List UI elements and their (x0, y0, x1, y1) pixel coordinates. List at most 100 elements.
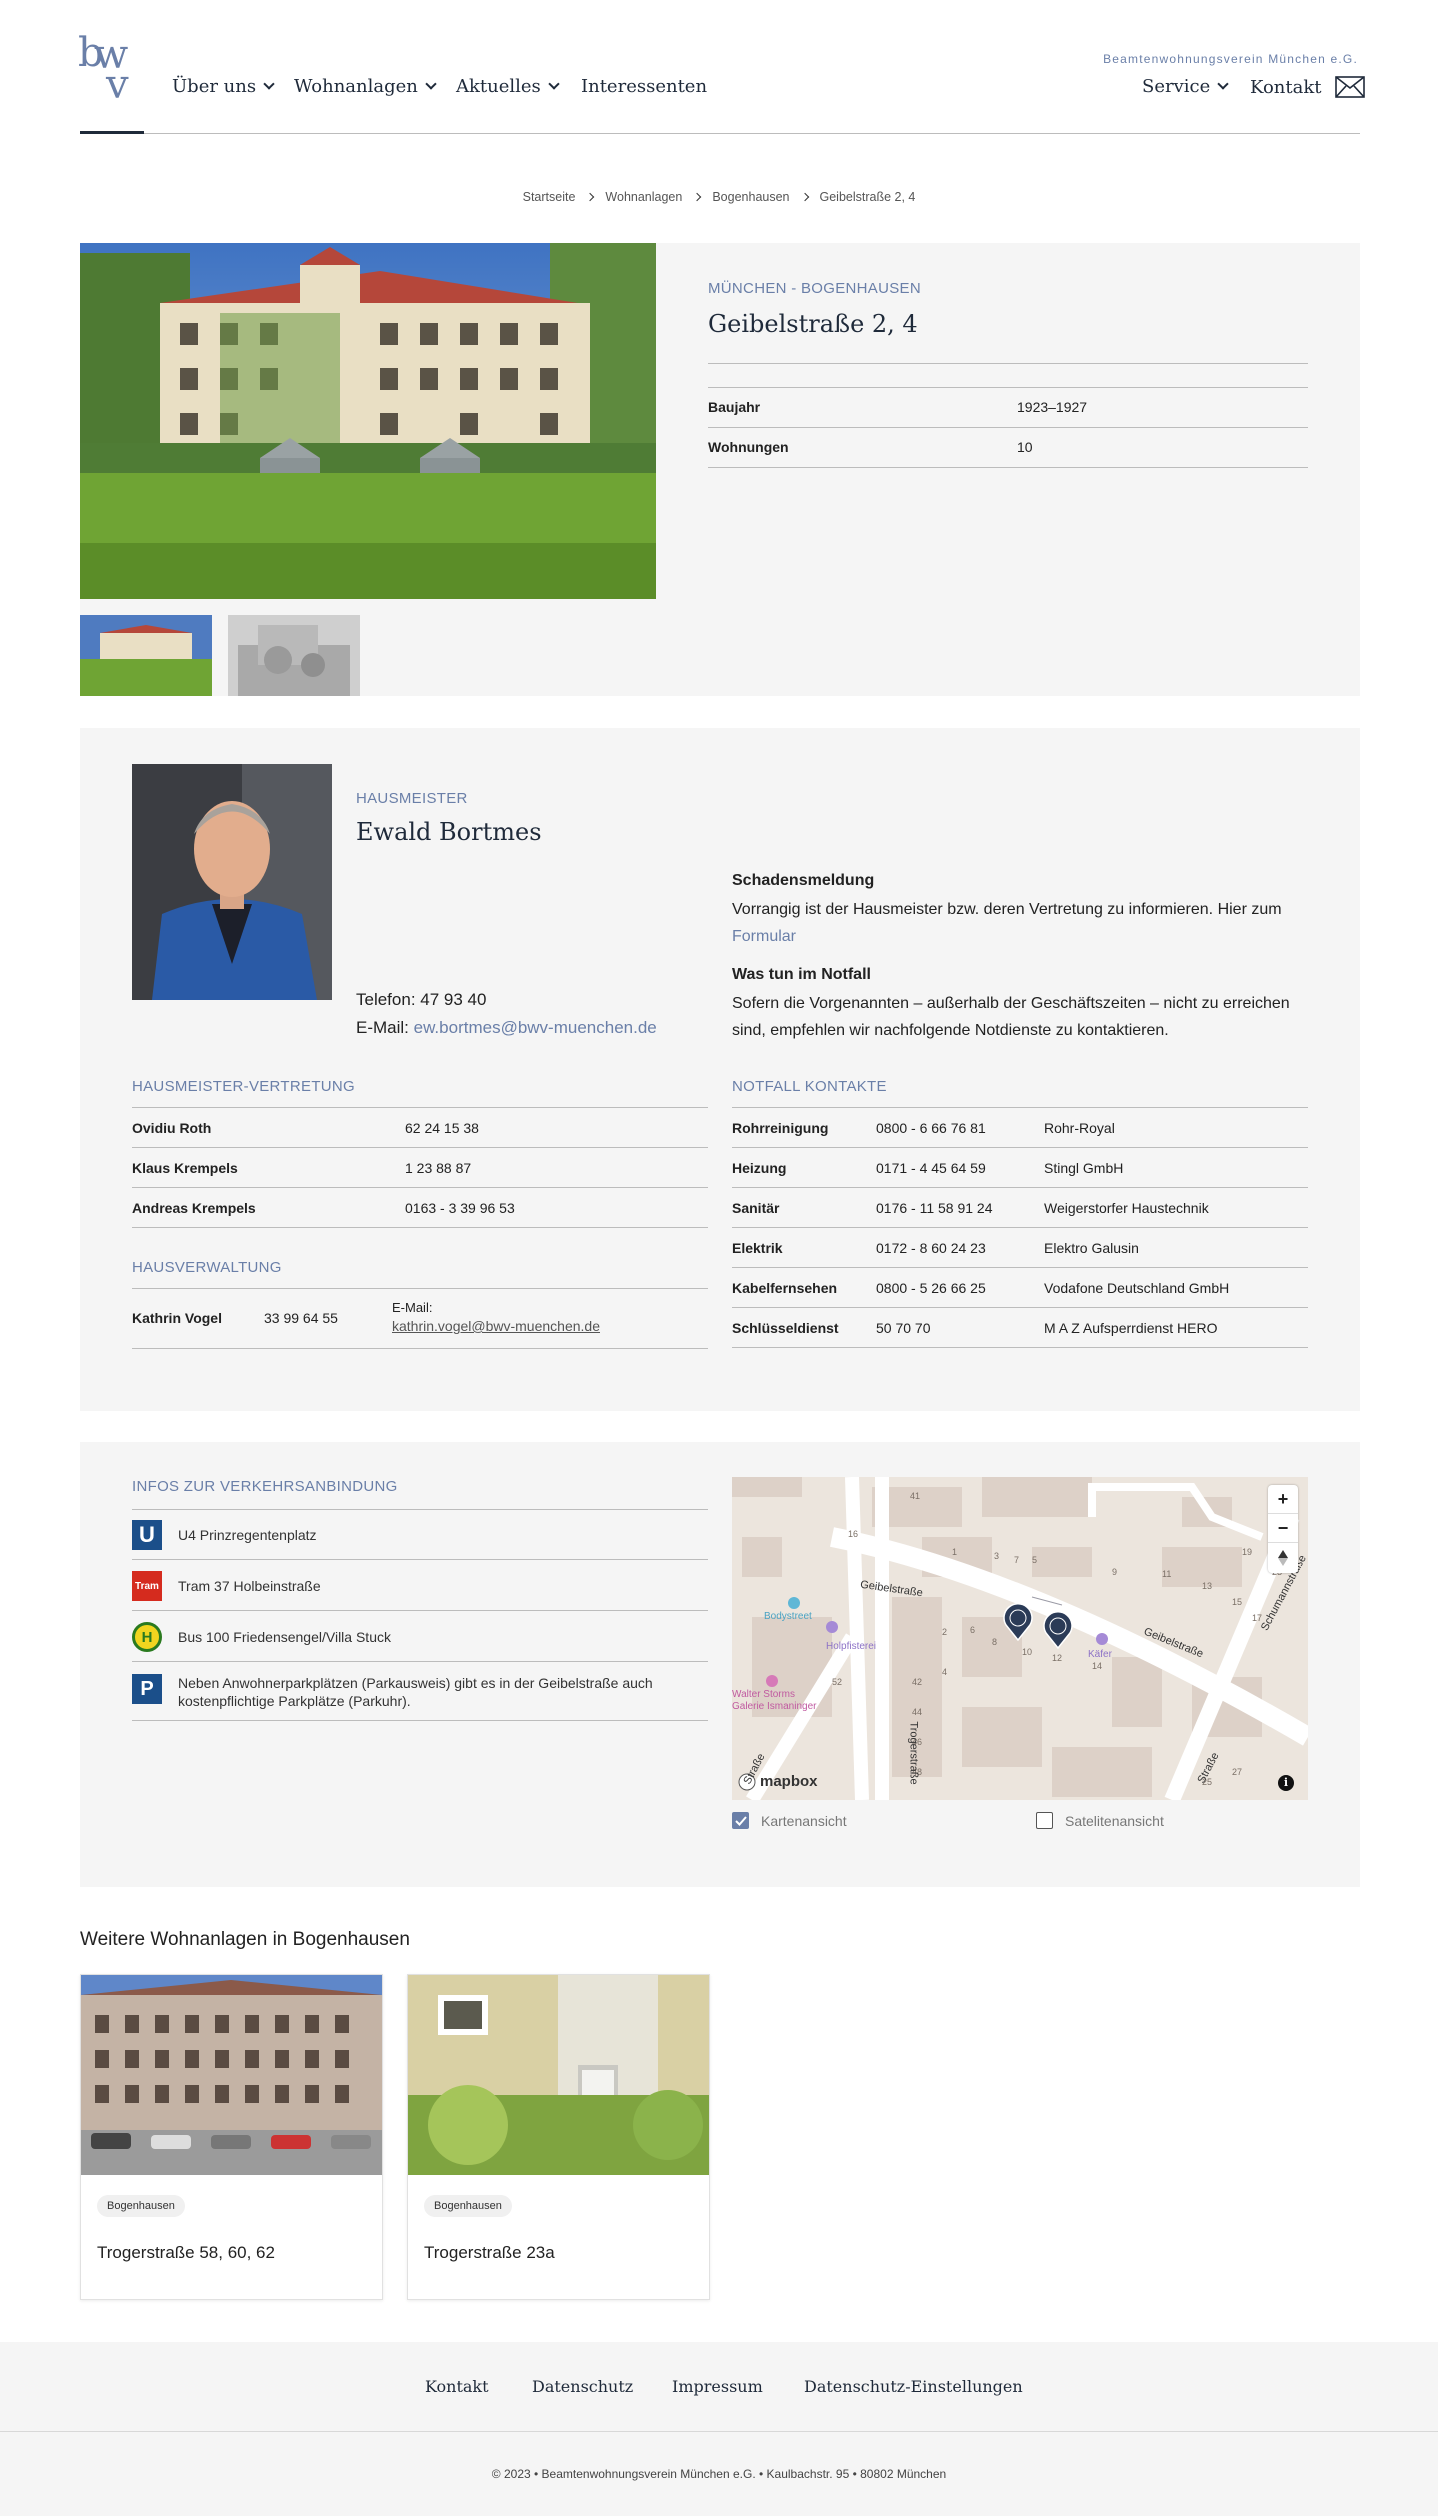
chevron-right-icon (586, 192, 595, 202)
logo[interactable]: b w v (78, 30, 144, 108)
property-title: Geibelstraße 2, 4 (708, 310, 918, 338)
damage-text-body: Vorrangig ist der Hausmeister bzw. deren… (732, 901, 1282, 918)
satellite-view-option[interactable]: Satelitenansicht (1036, 1812, 1164, 1829)
thumbnail-photo (228, 615, 360, 696)
damage-form-link[interactable]: Formular (732, 928, 796, 945)
caretaker-email-row: E-Mail: ew.bortmes@bwv-muenchen.de (356, 1018, 657, 1038)
poi-label: Käfer (1088, 1649, 1112, 1660)
map-marker[interactable] (1002, 1603, 1034, 1642)
house-number: 1 (952, 1547, 958, 1557)
breadcrumb: Startseite Wohnanlagen Bogenhausen Geibe… (0, 190, 1438, 204)
footer-link-impressum[interactable]: Impressum (672, 2377, 763, 2396)
deputy-name: Klaus Krempels (132, 1160, 238, 1176)
nav-label: Über uns (172, 76, 257, 97)
nav-kontakt[interactable]: Kontakt (1250, 76, 1365, 98)
table-line (732, 1307, 1308, 1308)
management-email-link[interactable]: kathrin.vogel@bwv-muenchen.de (392, 1318, 600, 1334)
contact-phone: 0171 - 4 45 64 59 (876, 1160, 986, 1176)
logo-letter-v: v (106, 62, 129, 108)
more-properties-title: Weitere Wohnanlagen in Bogenhausen (80, 1929, 410, 1950)
caretaker-panel: HAUSMEISTER Ewald Bortmes Telefon: 47 93… (80, 728, 1360, 1411)
chevron-down-icon (263, 78, 275, 90)
footer-link-kontakt[interactable]: Kontakt (425, 2377, 489, 2396)
portrait-photo (132, 764, 332, 1000)
breadcrumb-bogenhausen[interactable]: Bogenhausen (712, 190, 789, 204)
management-email-label: E-Mail: (392, 1300, 433, 1315)
org-name: Beamtenwohnungsverein München e.G. (1103, 52, 1358, 66)
nav-wohnanlagen[interactable]: Wohnanlagen (294, 76, 437, 97)
zoom-out-button[interactable]: − (1268, 1514, 1298, 1543)
property-card[interactable]: Bogenhausen Trogerstraße 23a (407, 1974, 710, 2300)
deputy-phone: 62 24 15 38 (405, 1120, 479, 1136)
breadcrumb-wohnanlagen[interactable]: Wohnanlagen (605, 190, 682, 204)
map-view-option[interactable]: Kartenansicht (732, 1812, 847, 1829)
transit-text: Bus 100 Friedensengel/Villa Stuck (178, 1629, 391, 1645)
bus-stop-icon: H (132, 1622, 162, 1652)
contact-service: Heizung (732, 1160, 787, 1176)
nav-aktuelles[interactable]: Aktuelles (456, 76, 560, 97)
nav-label: Kontakt (1250, 76, 1322, 98)
property-main-photo[interactable] (80, 243, 656, 599)
thumbnail-2[interactable] (228, 615, 360, 696)
checkbox-unchecked-icon[interactable] (1036, 1812, 1053, 1829)
table-line (132, 1610, 708, 1611)
house-number: 52 (832, 1677, 843, 1687)
card-title: Trogerstraße 58, 60, 62 (97, 2243, 275, 2262)
info-icon[interactable]: i (1278, 1775, 1294, 1791)
caretaker-role: HAUSMEISTER (356, 790, 468, 807)
poi-label: Bodystreet (764, 1611, 812, 1622)
house-number: 27 (1232, 1767, 1243, 1777)
table-line (132, 1288, 708, 1289)
damage-title: Schadensmeldung (732, 872, 875, 889)
parking-icon: P (132, 1674, 162, 1704)
poi-icon (826, 1621, 838, 1633)
contact-phone: 0176 - 11 58 91 24 (876, 1200, 993, 1216)
deputy-phone: 0163 - 3 39 96 53 (405, 1200, 515, 1216)
email-label: E-Mail: (356, 1018, 409, 1037)
compass-icon (1278, 1549, 1288, 1566)
zoom-controls: + − (1268, 1485, 1298, 1573)
emergency-text: Sofern die Vorgenannten – außerhalb der … (732, 995, 1290, 1039)
table-line (132, 1559, 708, 1560)
property-card[interactable]: Bogenhausen Trogerstraße 58, 60, 62 (80, 1974, 383, 2300)
nav-interessenten[interactable]: Interessenten (581, 76, 707, 97)
thumbnail-1[interactable] (80, 615, 212, 696)
table-line (132, 1187, 708, 1188)
map[interactable]: 16 1 3 5 2 4 6 8 10 12 14 9 11 13 15 17 … (732, 1477, 1308, 1800)
contact-service: Rohrreinigung (732, 1120, 829, 1136)
nav-service[interactable]: Service (1142, 76, 1229, 97)
table-line (132, 1720, 708, 1721)
facts-top-line (708, 387, 1308, 388)
transit-item: H Bus 100 Friedensengel/Villa Stuck (132, 1622, 707, 1652)
footer-link-datenschutz-einstellungen[interactable]: Datenschutz-Einstellungen (804, 2377, 1023, 2396)
poi-icon (1096, 1633, 1108, 1645)
footer: © 2023 • Beamtenwohnungsverein München e… (0, 2342, 1438, 2516)
map-marker[interactable] (1042, 1611, 1074, 1650)
footer-divider (0, 2431, 1438, 2432)
house-number: 4 (942, 1667, 948, 1677)
chevron-down-icon (425, 78, 437, 90)
house-number: 12 (1052, 1653, 1063, 1663)
transit-text: Neben Anwohnerparkplätzen (Parkausweis) … (178, 1675, 653, 1709)
footer-link-datenschutz[interactable]: Datenschutz (532, 2377, 633, 2396)
nav-uber-uns[interactable]: Über uns (172, 76, 275, 97)
house-number: 14 (1092, 1661, 1103, 1671)
zoom-in-button[interactable]: + (1268, 1485, 1298, 1514)
checkbox-checked-icon[interactable] (732, 1812, 749, 1829)
emergency-title: Was tun im Notfall (732, 966, 871, 983)
chevron-down-icon (548, 78, 560, 90)
house-number: 7 (1014, 1555, 1020, 1565)
mapbox-logo[interactable]: mapbox (760, 1773, 818, 1790)
caretaker-email-link[interactable]: ew.bortmes@bwv-muenchen.de (414, 1018, 657, 1037)
nav-label: Service (1142, 76, 1211, 97)
house-number: 42 (912, 1677, 923, 1687)
table-line (732, 1347, 1308, 1348)
table-line (732, 1267, 1308, 1268)
poi-icon (766, 1675, 778, 1687)
compass-button[interactable] (1268, 1543, 1298, 1572)
table-line (732, 1227, 1308, 1228)
breadcrumb-startseite[interactable]: Startseite (523, 190, 576, 204)
management-title: HAUSVERWALTUNG (132, 1259, 282, 1276)
district-label: MÜNCHEN - BOGENHAUSEN (708, 280, 921, 297)
table-line (132, 1227, 708, 1228)
